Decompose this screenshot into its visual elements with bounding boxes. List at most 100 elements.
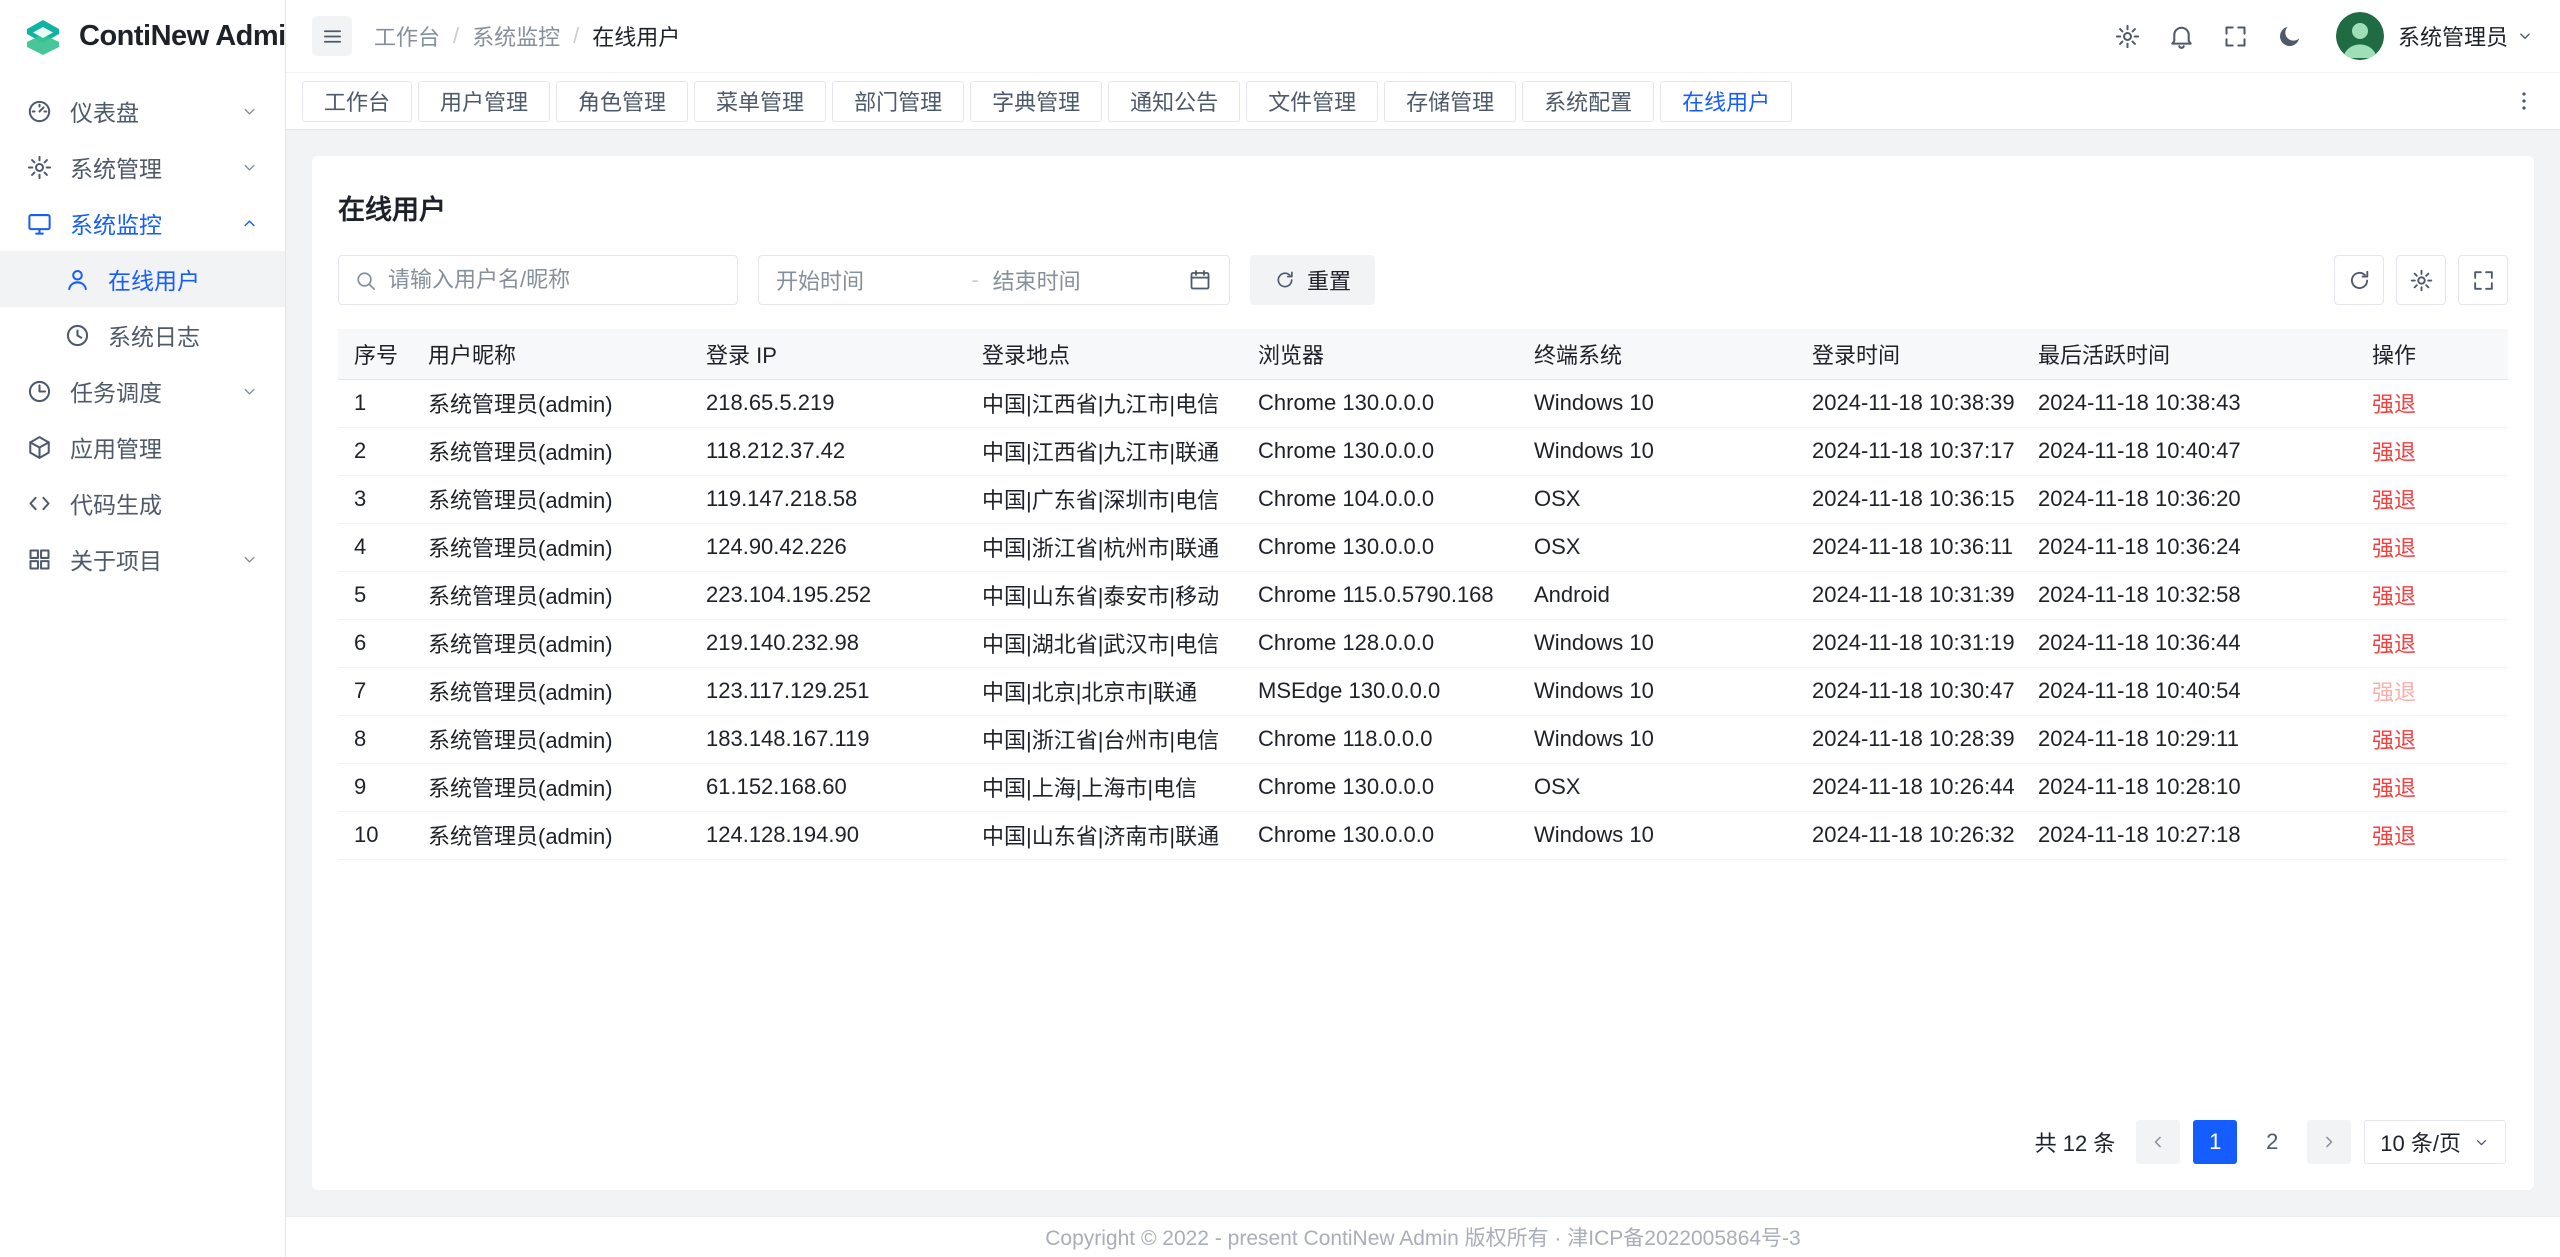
table-row: 10系统管理员(admin)124.128.194.90中国|山东省|济南市|联… bbox=[338, 811, 2508, 859]
column-header: 浏览器 bbox=[1242, 329, 1518, 379]
app-logo[interactable]: ContiNew Admin bbox=[0, 0, 285, 73]
search-input[interactable] bbox=[388, 267, 722, 293]
breadcrumb-item-1[interactable]: 系统监控 bbox=[472, 20, 560, 52]
tab-2[interactable]: 角色管理 bbox=[556, 81, 688, 122]
force-logout-link[interactable]: 强退 bbox=[2372, 536, 2416, 561]
pagination-prev-button[interactable] bbox=[2136, 1120, 2180, 1164]
settings-button[interactable] bbox=[2104, 12, 2152, 60]
cell-text: 7 bbox=[354, 678, 366, 703]
user-icon bbox=[64, 266, 91, 293]
tab-6[interactable]: 通知公告 bbox=[1108, 81, 1240, 122]
cell-os: OSX bbox=[1518, 523, 1796, 571]
cell-text: 2024-11-18 10:29:11 bbox=[2038, 726, 2239, 751]
cell-browser: Chrome 130.0.0.0 bbox=[1242, 811, 1518, 859]
tab-3[interactable]: 菜单管理 bbox=[694, 81, 826, 122]
expand-icon bbox=[2222, 23, 2249, 50]
sidebar-item-4[interactable]: 应用管理 bbox=[0, 419, 285, 475]
reset-button[interactable]: 重置 bbox=[1250, 255, 1375, 305]
tab-more-button[interactable] bbox=[2504, 81, 2544, 122]
cell-nickname: 系统管理员(admin) bbox=[412, 523, 690, 571]
force-logout-link[interactable]: 强退 bbox=[2372, 776, 2416, 801]
breadcrumb-item-2[interactable]: 在线用户 bbox=[592, 20, 680, 52]
user-menu[interactable]: 系统管理员 bbox=[2398, 20, 2534, 52]
table-refresh-button[interactable] bbox=[2334, 255, 2384, 305]
cell-text: OSX bbox=[1534, 774, 1580, 799]
tab-9[interactable]: 系统配置 bbox=[1522, 81, 1654, 122]
sidebar-menu: 仪表盘系统管理系统监控在线用户系统日志任务调度应用管理代码生成关于项目 bbox=[0, 73, 285, 597]
cell-login_time: 2024-11-18 10:30:47 bbox=[1796, 667, 2022, 715]
sidebar-item-0[interactable]: 仪表盘 bbox=[0, 83, 285, 139]
cell-ip: 119.147.218.58 bbox=[690, 475, 966, 523]
tab-1[interactable]: 用户管理 bbox=[418, 81, 550, 122]
avatar[interactable] bbox=[2336, 12, 2384, 60]
cell-nickname: 系统管理员(admin) bbox=[412, 427, 690, 475]
table-expand-button[interactable] bbox=[2458, 255, 2508, 305]
force-logout-link[interactable]: 强退 bbox=[2372, 824, 2416, 849]
force-logout-link[interactable]: 强退 bbox=[2372, 728, 2416, 753]
cell-no: 1 bbox=[338, 379, 412, 427]
tab-label: 菜单管理 bbox=[716, 85, 804, 117]
breadcrumb: 工作台/系统监控/在线用户 bbox=[374, 20, 680, 52]
date-range-picker[interactable]: 开始时间 - 结束时间 bbox=[758, 255, 1230, 305]
sidebar-item-1[interactable]: 系统管理 bbox=[0, 139, 285, 195]
sidebar-collapse-button[interactable] bbox=[312, 16, 352, 56]
cell-last_active: 2024-11-18 10:36:20 bbox=[2022, 475, 2356, 523]
expand-button[interactable] bbox=[2212, 12, 2260, 60]
pagination-next-button[interactable] bbox=[2307, 1120, 2351, 1164]
sidebar-item-label: 系统监控 bbox=[70, 206, 162, 240]
cell-text: 中国|湖北省|武汉市|电信 bbox=[982, 632, 1219, 657]
online-users-table: 序号用户昵称登录 IP登录地点浏览器终端系统登录时间最后活跃时间操作 1系统管理… bbox=[338, 329, 2508, 860]
bell-button[interactable] bbox=[2158, 12, 2206, 60]
tab-4[interactable]: 部门管理 bbox=[832, 81, 964, 122]
force-logout-link[interactable]: 强退 bbox=[2372, 584, 2416, 609]
cell-browser: Chrome 104.0.0.0 bbox=[1242, 475, 1518, 523]
tab-0[interactable]: 工作台 bbox=[302, 81, 412, 122]
tab-10[interactable]: 在线用户 bbox=[1660, 81, 1792, 122]
cell-location: 中国|湖北省|武汉市|电信 bbox=[966, 619, 1242, 667]
force-logout-link[interactable]: 强退 bbox=[2372, 632, 2416, 657]
moon-button[interactable] bbox=[2266, 12, 2314, 60]
cell-action: 强退 bbox=[2356, 523, 2508, 571]
cell-os: OSX bbox=[1518, 475, 1796, 523]
force-logout-link[interactable]: 强退 bbox=[2372, 488, 2416, 513]
top-bar: 工作台/系统监控/在线用户 系统管理员 bbox=[286, 0, 2560, 73]
app-root: { "app": { "logo_title": "ContiNew Admin… bbox=[0, 0, 2560, 1257]
cell-action: 强退 bbox=[2356, 379, 2508, 427]
column-header: 最后活跃时间 bbox=[2022, 329, 2356, 379]
cell-text: Chrome 130.0.0.0 bbox=[1258, 390, 1434, 415]
cell-text: Chrome 130.0.0.0 bbox=[1258, 822, 1434, 847]
tab-5[interactable]: 字典管理 bbox=[970, 81, 1102, 122]
page-button-1[interactable]: 1 bbox=[2193, 1120, 2237, 1164]
cell-text: 2024-11-18 10:36:24 bbox=[2038, 534, 2241, 559]
cell-no: 6 bbox=[338, 619, 412, 667]
sidebar-item-2[interactable]: 系统监控 bbox=[0, 195, 285, 251]
tab-7[interactable]: 文件管理 bbox=[1246, 81, 1378, 122]
tab-8[interactable]: 存储管理 bbox=[1384, 81, 1516, 122]
table-settings-button[interactable] bbox=[2396, 255, 2446, 305]
sidebar-item-6[interactable]: 关于项目 bbox=[0, 531, 285, 587]
sidebar-item-3[interactable]: 任务调度 bbox=[0, 363, 285, 419]
cell-text: 系统管理员(admin) bbox=[428, 440, 613, 465]
force-logout-link[interactable]: 强退 bbox=[2372, 440, 2416, 465]
sidebar: ContiNew Admin 仪表盘系统管理系统监控在线用户系统日志任务调度应用… bbox=[0, 0, 286, 1257]
cell-text: 2024-11-18 10:31:39 bbox=[1812, 582, 2015, 607]
column-header: 序号 bbox=[338, 329, 412, 379]
tab-label: 文件管理 bbox=[1268, 85, 1356, 117]
cell-last_active: 2024-11-18 10:29:11 bbox=[2022, 715, 2356, 763]
sidebar-item-label: 仪表盘 bbox=[70, 94, 139, 128]
page-size-select[interactable]: 10 条/页 bbox=[2364, 1120, 2506, 1164]
sidebar-subitem-2-1[interactable]: 系统日志 bbox=[0, 307, 285, 363]
settings-icon bbox=[2114, 23, 2141, 50]
cell-text: 9 bbox=[354, 774, 366, 799]
cell-text: Windows 10 bbox=[1534, 678, 1654, 703]
tab-label: 通知公告 bbox=[1130, 85, 1218, 117]
sidebar-subitem-2-0[interactable]: 在线用户 bbox=[0, 251, 285, 307]
tab-bar: 工作台用户管理角色管理菜单管理部门管理字典管理通知公告 文件管理存储管理系统配置在… bbox=[286, 73, 2560, 130]
force-logout-link[interactable]: 强退 bbox=[2372, 392, 2416, 417]
cell-text: 119.147.218.58 bbox=[706, 486, 857, 511]
sidebar-item-5[interactable]: 代码生成 bbox=[0, 475, 285, 531]
page-button-2[interactable]: 2 bbox=[2250, 1120, 2294, 1164]
cell-text: 124.90.42.226 bbox=[706, 534, 847, 559]
breadcrumb-item-0[interactable]: 工作台 bbox=[374, 20, 440, 52]
column-header-label: 登录地点 bbox=[982, 343, 1070, 368]
